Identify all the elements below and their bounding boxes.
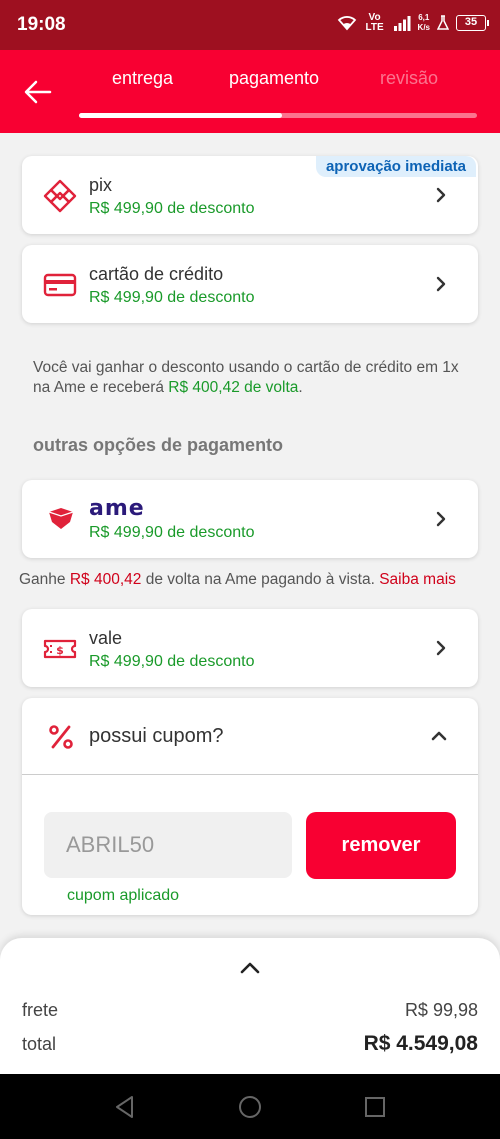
payment-option-title: pix <box>89 175 113 195</box>
payment-option-title: vale <box>89 628 123 648</box>
saiba-mais-link[interactable]: Saiba mais <box>379 571 456 588</box>
net-speed: 6,1 K/s <box>418 13 430 33</box>
system-nav-bar <box>0 1074 500 1139</box>
cashback-info: Você vai ganhar o desconto usando o cart… <box>33 358 473 398</box>
payment-option-discount: R$ 499,90 de desconto <box>89 200 255 217</box>
network-label: Vo LTE <box>365 12 384 33</box>
ame-heart-icon <box>48 508 74 529</box>
payment-option-vale[interactable]: $ vale R$ 499,90 de desconto <box>22 609 478 687</box>
recents-square-icon[interactable] <box>362 1094 388 1120</box>
voucher-icon: $ <box>43 639 77 659</box>
ame-info-prefix: Ganhe <box>19 571 70 588</box>
order-summary-sheet: frete R$ 99,98 total R$ 4.549,08 <box>0 938 500 1074</box>
cashback-info-end: . <box>298 379 303 396</box>
ame-logo: ame <box>89 496 145 521</box>
chevron-right-icon <box>436 276 446 292</box>
chevron-right-icon <box>436 187 446 203</box>
coupon-title: possui cupom? <box>89 725 224 747</box>
chevron-right-icon <box>436 640 446 656</box>
tab-revisao: revisão <box>380 68 439 88</box>
frete-value: R$ 99,98 <box>404 1000 478 1020</box>
tab-pagamento[interactable]: pagamento <box>229 68 319 89</box>
checkout-progress-bar <box>79 113 477 118</box>
ame-info-amount: R$ 400,42 <box>69 571 142 588</box>
checkout-progress-fill <box>79 113 282 118</box>
other-options-title: outras opções de pagamento <box>33 435 284 455</box>
frete-label: frete <box>22 1000 59 1020</box>
coupon-toggle[interactable]: possui cupom? <box>22 698 478 775</box>
cashback-amount: R$ 400,42 de volta <box>168 379 299 396</box>
svg-text:$: $ <box>56 644 64 657</box>
net-speed-unit: K/s <box>417 23 430 32</box>
coupon-input[interactable] <box>44 812 292 878</box>
chevron-right-icon <box>436 511 446 527</box>
payment-option-pix[interactable]: aprovação imediata pix R$ 499,90 de desc… <box>22 156 478 234</box>
total-label: total <box>22 1034 57 1054</box>
battery-icon: 35 <box>456 15 489 31</box>
tab-entrega[interactable]: entrega <box>112 68 173 89</box>
back-arrow-icon[interactable] <box>22 76 54 108</box>
status-bar: 19:08 Vo LTE 6,1 K/s 35 <box>0 0 500 50</box>
payment-option-discount: R$ 499,90 de desconto <box>89 524 255 541</box>
coupon-applied-status: cupom aplicado <box>67 887 180 904</box>
flask-icon <box>437 15 449 30</box>
ame-info-suffix: de volta na Ame pagando à vista. <box>141 571 380 588</box>
payment-option-credit-card[interactable]: cartão de crédito R$ 499,90 de desconto <box>22 245 478 323</box>
checkout-header: entrega pagamento revisão <box>0 50 500 133</box>
total-value: R$ 4.549,08 <box>363 1032 478 1055</box>
net-speed-value: 6,1 <box>418 13 430 22</box>
status-icons: Vo LTE 6,1 K/s 35 <box>337 12 489 33</box>
coupon-section: possui cupom? remover cupom aplicado <box>22 698 478 915</box>
instant-approval-badge: aprovação imediata <box>315 156 476 177</box>
status-time: 19:08 <box>17 14 66 35</box>
payment-option-discount: R$ 499,90 de desconto <box>89 653 255 670</box>
credit-card-icon <box>43 273 77 297</box>
chevron-up-icon <box>431 731 447 741</box>
payment-option-discount: R$ 499,90 de desconto <box>89 289 255 306</box>
remove-coupon-button[interactable]: remover <box>306 812 456 879</box>
payment-option-title: cartão de crédito <box>89 264 224 284</box>
back-triangle-icon[interactable] <box>112 1094 138 1120</box>
signal-icon <box>393 16 411 31</box>
percent-icon <box>49 725 73 749</box>
expand-summary-icon[interactable] <box>239 960 261 974</box>
ame-cashback-info: Ganhe R$ 400,42 de volta na Ame pagando … <box>19 571 456 589</box>
home-circle-icon[interactable] <box>237 1094 263 1120</box>
pix-icon <box>43 179 77 213</box>
wifi-icon <box>337 16 356 31</box>
payment-option-ame[interactable]: ame R$ 499,90 de desconto <box>22 480 478 558</box>
